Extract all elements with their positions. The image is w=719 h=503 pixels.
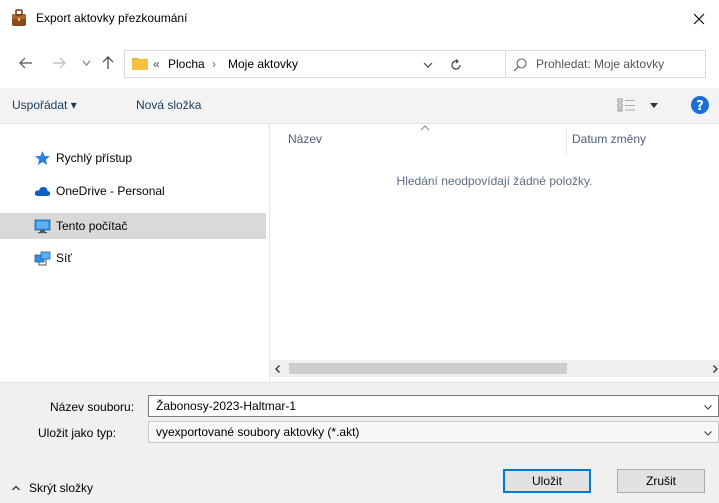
command-bar: Uspořádat ▾ Nová složka ? bbox=[0, 88, 719, 124]
cloud-icon bbox=[34, 186, 51, 196]
address-bar[interactable]: « Plocha › Moje aktovky bbox=[124, 50, 506, 78]
nav-item-label: Rychlý přístup bbox=[56, 151, 133, 165]
chevron-down-icon bbox=[82, 60, 90, 66]
breadcrumb-separator: › bbox=[212, 57, 216, 71]
star-icon bbox=[35, 151, 50, 165]
network-icon bbox=[34, 251, 51, 266]
scroll-right-icon[interactable] bbox=[709, 363, 719, 375]
cancel-button[interactable]: Zrušit bbox=[617, 469, 705, 493]
column-header-date-modified[interactable]: Datum změny bbox=[572, 132, 646, 146]
filename-label: Název souboru: bbox=[50, 400, 135, 414]
hide-folders-label: Skrýt složky bbox=[29, 481, 94, 495]
filetype-select[interactable]: vyexportované soubory aktovky (*.akt) bbox=[148, 421, 719, 443]
chevron-down-icon[interactable] bbox=[702, 401, 714, 413]
scrollbar-thumb[interactable] bbox=[289, 363, 567, 374]
filename-value[interactable]: Žabonosy-2023-Haltmar-1 bbox=[156, 399, 296, 413]
chevron-up-icon bbox=[12, 485, 20, 491]
nav-item-this-pc[interactable]: Tento počítač bbox=[0, 213, 266, 239]
column-header-name[interactable]: Název bbox=[288, 132, 322, 146]
empty-state-message: Hledání neodpovídají žádné položky. bbox=[396, 174, 593, 188]
nav-item-label: OneDrive - Personal bbox=[56, 184, 165, 198]
nav-item-label: Síť bbox=[56, 251, 72, 265]
sort-caret-icon bbox=[420, 125, 430, 131]
breadcrumb-plocha[interactable]: Plocha bbox=[168, 57, 205, 71]
up-button[interactable] bbox=[100, 54, 116, 72]
organize-menu-button[interactable]: Uspořádat ▾ bbox=[12, 98, 77, 112]
navigation-pane: Rychlý přístup OneDrive - Personal Tento… bbox=[0, 124, 270, 382]
hide-folders-toggle[interactable]: Skrýt složky bbox=[11, 480, 93, 496]
search-icon bbox=[513, 58, 527, 72]
breadcrumb-overflow[interactable]: « bbox=[153, 57, 160, 71]
svg-text:?: ? bbox=[696, 99, 704, 114]
arrow-right-icon bbox=[53, 57, 66, 69]
save-button[interactable]: Uložit bbox=[503, 469, 591, 493]
save-form: Název souboru: Žabonosy-2023-Haltmar-1 U… bbox=[0, 382, 719, 503]
view-options-icon[interactable] bbox=[617, 98, 637, 112]
column-divider[interactable] bbox=[566, 128, 567, 154]
view-dropdown-icon[interactable] bbox=[648, 99, 660, 111]
filetype-label: Uložit jako typ: bbox=[38, 426, 117, 440]
forward-button[interactable] bbox=[49, 54, 69, 72]
help-icon[interactable]: ? bbox=[690, 95, 710, 115]
new-folder-button[interactable]: Nová složka bbox=[136, 98, 201, 112]
chevron-down-icon bbox=[704, 431, 712, 436]
address-row: « Plocha › Moje aktovky Prohledat: Moje … bbox=[0, 38, 719, 88]
scroll-left-icon[interactable] bbox=[272, 363, 284, 375]
folder-icon bbox=[132, 58, 148, 70]
refresh-icon[interactable] bbox=[447, 56, 465, 74]
title-bar: Export aktovky přezkoumání bbox=[0, 0, 719, 38]
close-icon bbox=[693, 13, 705, 25]
monitor-icon bbox=[34, 219, 51, 234]
arrow-left-icon bbox=[19, 57, 32, 69]
nav-item-label: Tento počítač bbox=[56, 219, 128, 233]
nav-item-network[interactable]: Síť bbox=[0, 245, 266, 271]
window-title: Export aktovky přezkoumání bbox=[36, 11, 188, 25]
close-button[interactable] bbox=[679, 0, 719, 38]
recent-locations-button[interactable] bbox=[80, 54, 92, 72]
arrow-up-icon bbox=[102, 56, 114, 69]
filename-field[interactable]: Žabonosy-2023-Haltmar-1 bbox=[148, 395, 719, 417]
search-input[interactable]: Prohledat: Moje aktovky bbox=[536, 57, 664, 71]
breadcrumb-moje-aktovky[interactable]: Moje aktovky bbox=[228, 57, 298, 71]
back-button[interactable] bbox=[16, 54, 36, 72]
address-dropdown-icon[interactable] bbox=[419, 56, 437, 74]
horizontal-scrollbar[interactable] bbox=[270, 360, 719, 377]
search-box[interactable]: Prohledat: Moje aktovky bbox=[506, 50, 706, 78]
filetype-value: vyexportované soubory aktovky (*.akt) bbox=[156, 425, 360, 439]
nav-item-quick-access[interactable]: Rychlý přístup bbox=[0, 145, 266, 171]
file-list-pane: Název Datum změny Hledání neodpovídají ž… bbox=[270, 124, 719, 382]
nav-item-onedrive[interactable]: OneDrive - Personal bbox=[0, 178, 266, 204]
briefcase-icon bbox=[12, 9, 26, 26]
